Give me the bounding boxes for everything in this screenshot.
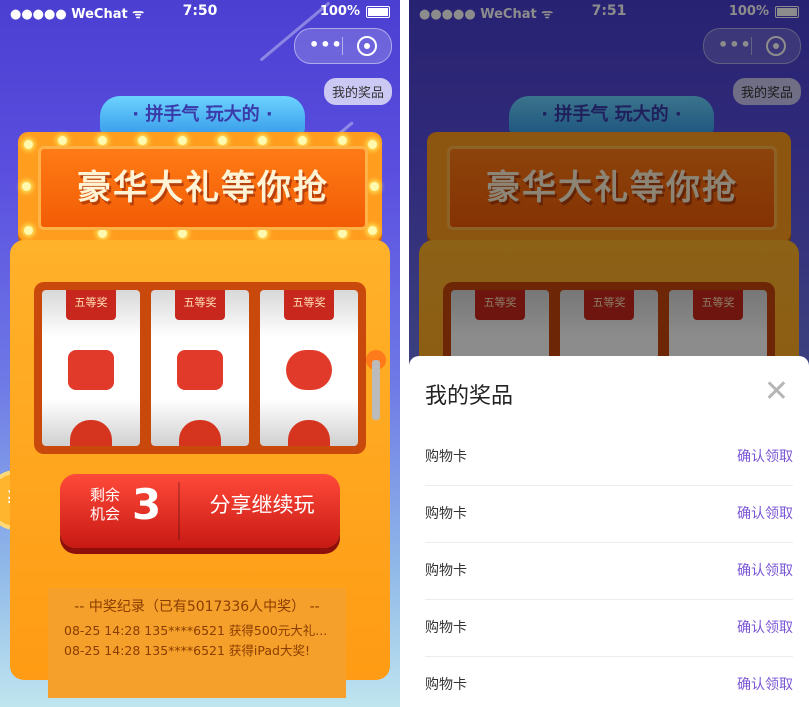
my-prizes-sheet: 我的奖品 ✕ 购物卡 确认领取 购物卡 确认领取 购物卡 确认领取 购物卡 确认… [409,356,809,707]
money-bag-icon [288,420,330,446]
share-continue-button[interactable]: 分享继续玩 [184,474,340,548]
prize-row: 购物卡 确认领取 [425,485,793,543]
red-envelope-icon [177,350,223,390]
bulb [368,226,377,235]
bulb [24,140,33,149]
bulb [138,136,147,145]
slogan-ribbon: · 拼手气 玩大的 · [100,96,305,134]
prize-name: 购物卡 [425,506,467,522]
battery-icon [366,5,390,18]
lottery-screen: ●●●●● WeChat ᯤ 7:50 100% ••• 我的奖品 · 拼手气 … [0,0,400,707]
bulb [368,140,377,149]
battery-percent: 100% [319,4,360,19]
reel: 五等奖 [151,290,249,446]
claim-button[interactable]: 确认领取 [737,446,793,466]
claim-button[interactable]: 确认领取 [737,503,793,523]
money-bag-icon [286,350,332,390]
winning-records: -- 中奖纪录（已有5017336人中奖） -- 08-25 14:28 135… [48,588,346,698]
bulb [298,136,307,145]
spin-button-bar: 剩余机会 3 分享继续玩 [60,474,340,548]
remaining-chances-count: 3 [132,480,162,529]
bulb [258,136,267,145]
prize-name: 购物卡 [425,620,467,636]
bulb [22,182,31,191]
target-icon[interactable] [357,36,377,56]
bulb [338,229,347,238]
battery-indicator: 100% [320,4,390,19]
god-of-wealth-icon [68,350,114,390]
prize-name: 购物卡 [425,677,467,693]
record-line: 08-25 14:28 135****6521 获得500元大礼... [64,623,328,638]
button-divider [178,482,180,540]
claim-button[interactable]: 确认领取 [737,617,793,637]
remaining-chances-label: 剩余机会 [90,486,121,523]
reel-window: 五等奖 五等奖 五等奖 [34,282,366,454]
prize-row: 购物卡 确认领取 [425,542,793,600]
reel-prize-tag: 五等奖 [175,290,225,320]
sheet-title: 我的奖品 [425,384,514,409]
prize-name: 购物卡 [425,449,467,465]
capsule-divider [342,37,343,55]
close-icon[interactable]: ✕ [764,374,789,409]
claim-button[interactable]: 确认领取 [737,560,793,580]
lottery-screen-with-prizes: ●●●●● WeChat ᯤ 7:51 100% ••• 我的奖品 · 拼手气 … [409,0,809,707]
bulb [98,136,107,145]
bulb [218,136,227,145]
bulb [338,136,347,145]
reel: 五等奖 [42,290,140,446]
bulb [258,229,267,238]
screen-divider [400,0,409,707]
claim-button[interactable]: 确认领取 [737,674,793,694]
money-bag-icon [179,420,221,446]
bulb [24,226,33,235]
prize-row: 购物卡 确认领取 [425,428,793,486]
bulb [58,136,67,145]
prize-row: 购物卡 确认领取 [425,599,793,657]
marquee-panel: 豪华大礼等你抢 [38,146,368,230]
status-bar: ●●●●● WeChat ᯤ 7:50 100% [0,0,400,24]
marquee-sign: 豪华大礼等你抢 [18,132,382,242]
bulb [370,182,379,191]
record-line: 08-25 14:28 135****6521 获得iPad大奖! [64,643,310,658]
bulb [178,136,187,145]
bulb [178,229,187,238]
my-prizes-button[interactable]: 我的奖品 [323,78,392,105]
reel-prize-tag: 五等奖 [66,290,116,320]
reel: 五等奖 [260,290,358,446]
money-bag-icon [70,420,112,446]
records-title: -- 中奖纪录（已有5017336人中奖） -- [74,599,320,615]
more-dots-icon[interactable]: ••• [309,35,343,54]
reel-prize-tag: 五等奖 [284,290,334,320]
prize-name: 购物卡 [425,563,467,579]
lever-handle[interactable] [372,360,380,420]
bulb [98,229,107,238]
prize-row: 购物卡 确认领取 [425,656,793,707]
marquee-title: 豪华大礼等你抢 [77,168,329,208]
miniprogram-capsule: ••• [294,28,392,64]
